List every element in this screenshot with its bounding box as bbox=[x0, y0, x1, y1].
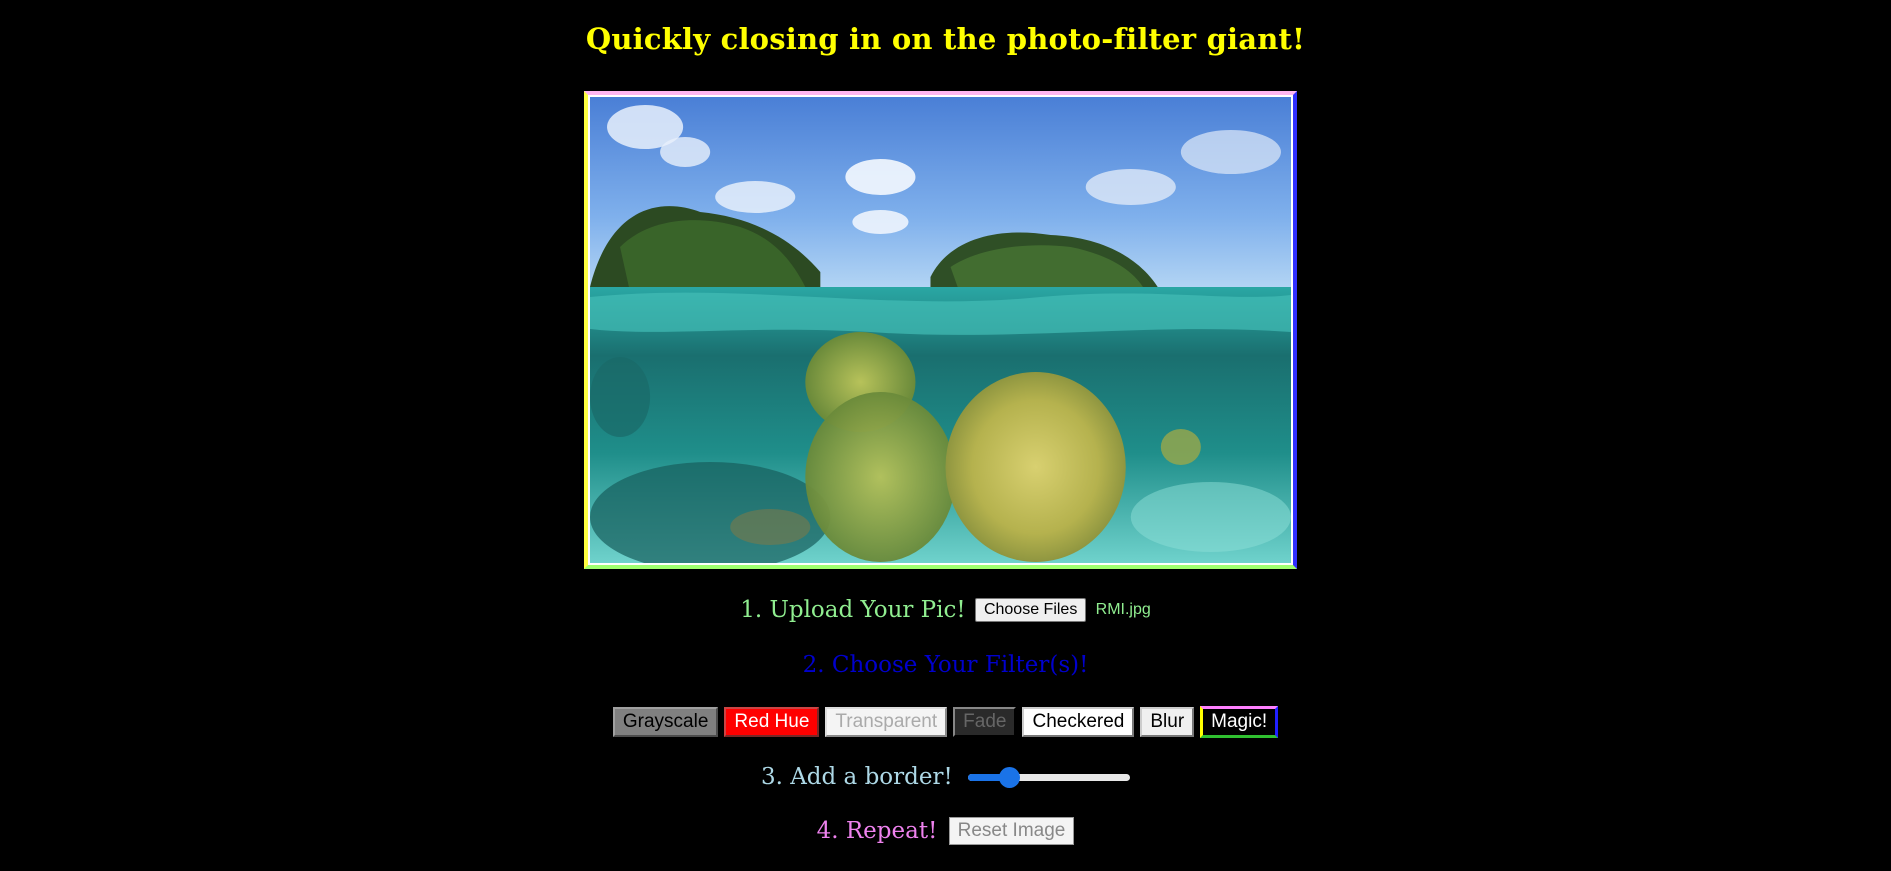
choose-files-button[interactable]: Choose Files bbox=[974, 598, 1087, 622]
image-canvas[interactable] bbox=[584, 91, 1297, 569]
selected-file-name: RMI.jpg bbox=[1095, 601, 1151, 618]
magic-button[interactable]: Magic! bbox=[1200, 706, 1279, 738]
repeat-row: 4. Repeat! Reset Image bbox=[0, 817, 1891, 845]
blur-button[interactable]: Blur bbox=[1140, 707, 1195, 737]
reset-image-button[interactable]: Reset Image bbox=[948, 817, 1075, 845]
border-label: 3. Add a border! bbox=[760, 764, 953, 790]
border-width-slider[interactable] bbox=[968, 766, 1131, 788]
repeat-label: 4. Repeat! bbox=[816, 818, 938, 844]
upload-label: 1. Upload Your Pic! bbox=[740, 597, 966, 623]
checkered-button[interactable]: Checkered bbox=[1022, 707, 1135, 737]
fade-button[interactable]: Fade bbox=[953, 707, 1017, 737]
grayscale-button[interactable]: Grayscale bbox=[612, 707, 719, 737]
slider-thumb[interactable] bbox=[998, 767, 1020, 788]
page-title: Quickly closing in on the photo-filter g… bbox=[585, 22, 1306, 56]
choose-filters-label: 2. Choose Your Filter(s)! bbox=[802, 652, 1089, 678]
underwater-coral-photo bbox=[590, 97, 1291, 563]
red-hue-button[interactable]: Red Hue bbox=[724, 707, 820, 737]
filter-button-bar: Grayscale Red Hue Transparent Fade Check… bbox=[0, 706, 1891, 738]
upload-row: 1. Upload Your Pic! Choose Files RMI.jpg bbox=[0, 596, 1891, 623]
transparent-button[interactable]: Transparent bbox=[825, 707, 948, 737]
border-row: 3. Add a border! bbox=[0, 763, 1891, 790]
